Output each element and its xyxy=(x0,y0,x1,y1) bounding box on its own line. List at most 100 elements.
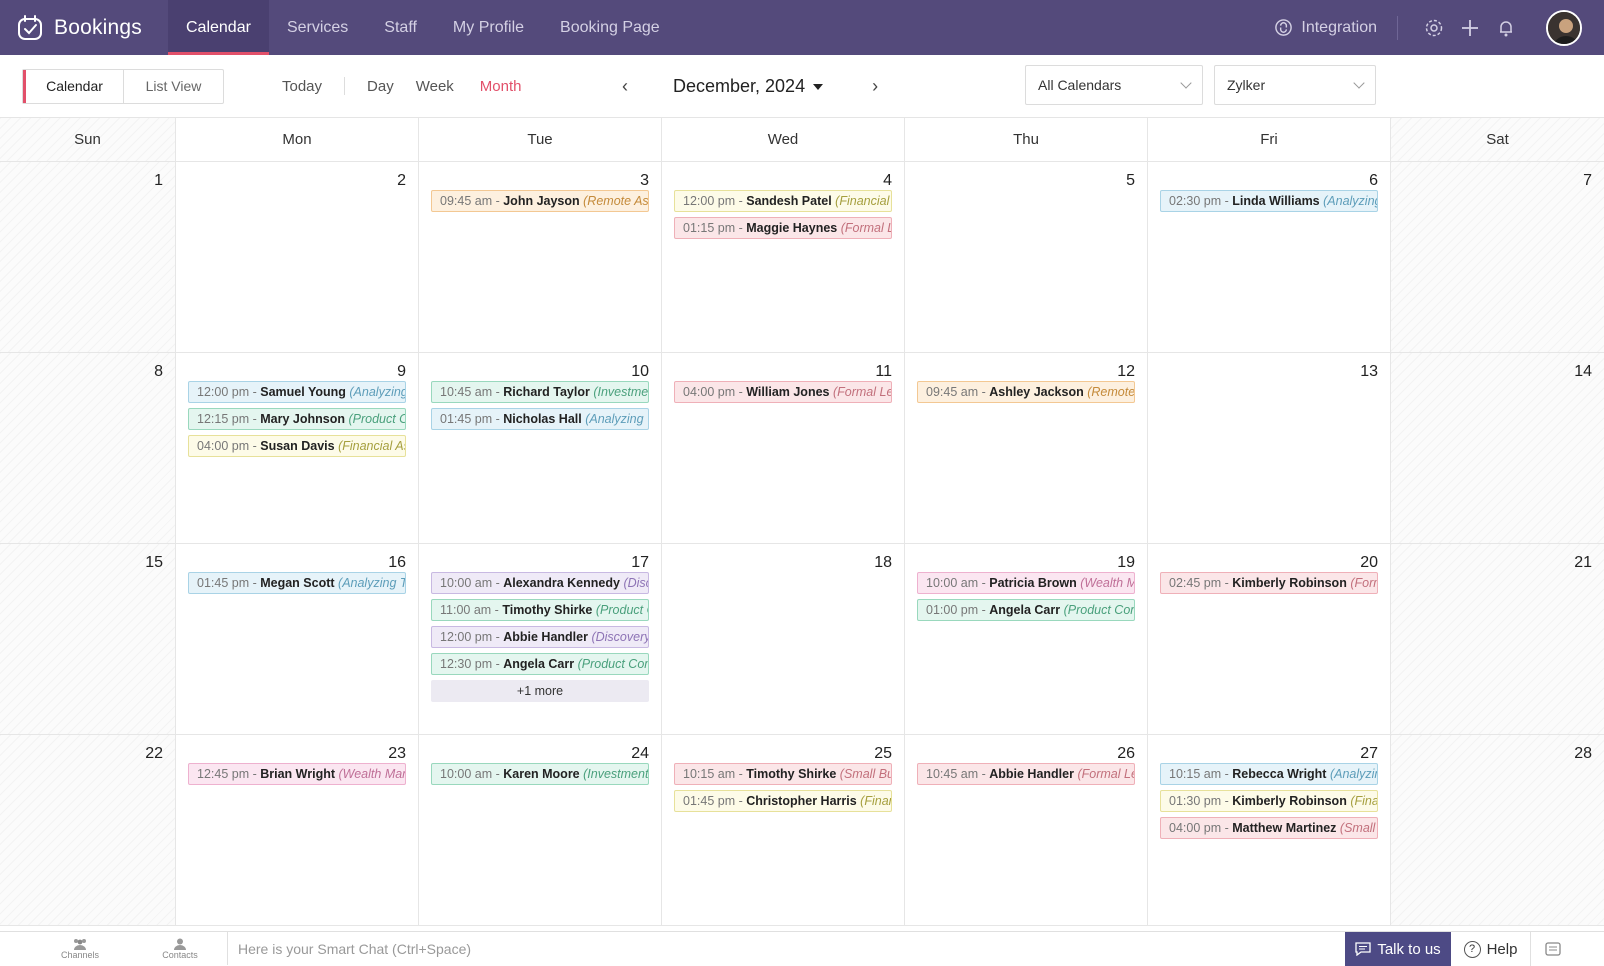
appointment-chip[interactable]: 10:00 am - Alexandra Kennedy (Disc xyxy=(431,572,649,594)
appointment-chip[interactable]: 10:15 am - Rebecca Wright (Analyzing xyxy=(1160,763,1378,785)
appointment-service: (Formal Le xyxy=(840,221,891,235)
appointment-time: 10:15 am - xyxy=(1169,767,1233,781)
appointment-chip[interactable]: 01:15 pm - Maggie Haynes (Formal Le xyxy=(674,217,892,239)
bookings-logo-icon xyxy=(18,14,42,40)
appointment-time: 10:00 am - xyxy=(440,576,504,590)
day-view-button[interactable]: Day xyxy=(367,78,394,95)
weekday-header: Fri xyxy=(1148,118,1391,162)
brand[interactable]: Bookings xyxy=(0,0,168,55)
appointment-chip[interactable]: 01:45 pm - Megan Scott (Analyzing T xyxy=(188,572,406,594)
appointment-chip[interactable]: 10:00 am - Patricia Brown (Wealth M xyxy=(917,572,1135,594)
week-view-button[interactable]: Week xyxy=(416,78,454,95)
next-month-icon[interactable]: › xyxy=(865,76,885,97)
tab-staff[interactable]: Staff xyxy=(366,0,435,55)
month-picker[interactable]: December, 2024 xyxy=(673,76,824,97)
tab-calendar[interactable]: Calendar xyxy=(168,0,269,55)
day-cell[interactable]: 14 xyxy=(1391,353,1604,544)
talk-to-us-button[interactable]: Talk to us xyxy=(1345,932,1451,966)
appointment-customer: John Jayson xyxy=(503,194,580,208)
appointment-chip[interactable]: 01:45 pm - Christopher Harris (Finan xyxy=(674,790,892,812)
appointment-chip[interactable]: 04:00 pm - Susan Davis (Financial As xyxy=(188,435,406,457)
appointment-chip[interactable]: 11:00 am - Timothy Shirke (Product C xyxy=(431,599,649,621)
appointment-chip[interactable]: 04:00 pm - William Jones (Formal Le xyxy=(674,381,892,403)
previous-month-icon[interactable]: ‹ xyxy=(615,76,635,97)
day-cell[interactable]: 3 09:45 am - John Jayson (Remote Ass xyxy=(419,162,662,353)
appointment-chip[interactable]: 12:15 pm - Mary Johnson (Product Co xyxy=(188,408,406,430)
day-cell[interactable]: 8 xyxy=(0,353,176,544)
bottom-bar: Channels Contacts Here is your Smart Cha… xyxy=(0,931,1604,966)
day-cell[interactable]: 16 01:45 pm - Megan Scott (Analyzing T xyxy=(176,544,419,735)
appointment-chip[interactable]: 02:30 pm - Linda Williams (Analyzing xyxy=(1160,190,1378,212)
channels-button[interactable]: Channels xyxy=(30,932,130,966)
day-cell[interactable]: 6 02:30 pm - Linda Williams (Analyzing xyxy=(1148,162,1391,353)
appointment-customer: Sandesh Patel xyxy=(746,194,832,208)
appointment-time: 12:15 pm - xyxy=(197,412,261,426)
day-cell[interactable]: 9 12:00 pm - Samuel Young (Analyzing 12:15… xyxy=(176,353,419,544)
more-appointments-link[interactable]: +1 more xyxy=(431,680,649,702)
appointment-chip[interactable]: 10:45 am - Richard Taylor (Investmen xyxy=(431,381,649,403)
month-view-button[interactable]: Month xyxy=(480,78,522,95)
appointment-chip[interactable]: 04:00 pm - Matthew Martinez (Small xyxy=(1160,817,1378,839)
today-button[interactable]: Today xyxy=(282,78,322,95)
tab-services[interactable]: Services xyxy=(269,0,366,55)
day-cell[interactable]: 2 xyxy=(176,162,419,353)
range-divider xyxy=(344,77,346,95)
day-cell[interactable]: 2510:15 am - Timothy Shirke (Small Bus01… xyxy=(662,735,905,926)
day-cell[interactable]: 13 xyxy=(1148,353,1391,544)
day-cell[interactable]: 11 04:00 pm - William Jones (Formal Le xyxy=(662,353,905,544)
tab-my-profile[interactable]: My Profile xyxy=(435,0,542,55)
day-cell[interactable]: 2002:45 pm - Kimberly Robinson (Form xyxy=(1148,544,1391,735)
appointment-chip[interactable]: 10:00 am - Karen Moore (Investment xyxy=(431,763,649,785)
gear-icon[interactable] xyxy=(1423,17,1445,39)
appointment-service: (Wealth M xyxy=(1080,576,1135,590)
contacts-button[interactable]: Contacts xyxy=(130,932,230,966)
workspace-filter-select[interactable]: Zylker xyxy=(1214,65,1376,105)
feedback-icon[interactable] xyxy=(1531,932,1575,966)
calendar-filter-select[interactable]: All Calendars xyxy=(1025,65,1203,105)
day-cell[interactable]: 7 xyxy=(1391,162,1604,353)
day-cell[interactable]: 15 xyxy=(0,544,176,735)
tab-booking-page[interactable]: Booking Page xyxy=(542,0,678,55)
list-view-button[interactable]: List View xyxy=(123,69,223,103)
day-cell[interactable]: 21 xyxy=(1391,544,1604,735)
appointment-chip[interactable]: 12:30 pm - Angela Carr (Product Con xyxy=(431,653,649,675)
appointment-chip[interactable]: 12:45 pm - Brian Wright (Wealth Man xyxy=(188,763,406,785)
day-cell[interactable]: 22 xyxy=(0,735,176,926)
day-cell[interactable]: 1710:00 am - Alexandra Kennedy (Disc11:0… xyxy=(419,544,662,735)
day-cell[interactable]: 19 10:00 am - Patricia Brown (Wealth M 01:… xyxy=(905,544,1148,735)
day-cell[interactable]: 5 xyxy=(905,162,1148,353)
appointment-chip[interactable]: 10:15 am - Timothy Shirke (Small Bus xyxy=(674,763,892,785)
appointment-chip[interactable]: 10:45 am - Abbie Handler (Formal Le xyxy=(917,763,1135,785)
bell-icon[interactable] xyxy=(1495,17,1517,39)
day-cell[interactable]: 412:00 pm - Sandesh Patel (Financial A01… xyxy=(662,162,905,353)
appointment-customer: Rebecca Wright xyxy=(1232,767,1327,781)
help-button[interactable]: ? Help xyxy=(1451,932,1531,966)
plus-icon[interactable] xyxy=(1459,17,1481,39)
integration-button[interactable]: Integration xyxy=(1274,18,1377,37)
appointment-chip[interactable]: 01:00 pm - Angela Carr (Product Cor xyxy=(917,599,1135,621)
appointment-chip[interactable]: 12:00 pm - Samuel Young (Analyzing xyxy=(188,381,406,403)
appointment-chip[interactable]: 02:45 pm - Kimberly Robinson (Form xyxy=(1160,572,1378,594)
appointment-chip[interactable]: 12:00 pm - Sandesh Patel (Financial A xyxy=(674,190,892,212)
calendar-view-button[interactable]: Calendar xyxy=(23,69,123,103)
appointment-chip[interactable]: 01:30 pm - Kimberly Robinson (Finan xyxy=(1160,790,1378,812)
appointment-chip[interactable]: 09:45 am - Ashley Jackson (Remote A xyxy=(917,381,1135,403)
appointment-time: 10:00 am - xyxy=(440,767,504,781)
day-cell[interactable]: 2710:15 am - Rebecca Wright (Analyzing01… xyxy=(1148,735,1391,926)
day-cell[interactable]: 26 10:45 am - Abbie Handler (Formal Le xyxy=(905,735,1148,926)
day-cell[interactable]: 18 xyxy=(662,544,905,735)
day-cell[interactable]: 1209:45 am - Ashley Jackson (Remote A xyxy=(905,353,1148,544)
appointment-chip[interactable]: 12:00 pm - Abbie Handler (Discovery xyxy=(431,626,649,648)
integration-icon xyxy=(1275,19,1293,36)
day-cell[interactable]: 23 12:45 pm - Brian Wright (Wealth Man xyxy=(176,735,419,926)
day-cell[interactable]: 28 xyxy=(1391,735,1604,926)
appointment-service: (Finan xyxy=(860,794,891,808)
day-cell[interactable]: 24 10:00 am - Karen Moore (Investment xyxy=(419,735,662,926)
appointment-chip[interactable]: 09:45 am - John Jayson (Remote Ass xyxy=(431,190,649,212)
day-cell[interactable]: 1 xyxy=(0,162,176,353)
smart-chat-input[interactable]: Here is your Smart Chat (Ctrl+Space) xyxy=(227,932,1345,965)
appointment-time: 10:45 am - xyxy=(926,767,990,781)
appointment-chip[interactable]: 01:45 pm - Nicholas Hall (Analyzing T xyxy=(431,408,649,430)
day-cell[interactable]: 10 10:45 am - Richard Taylor (Investmen 01… xyxy=(419,353,662,544)
avatar[interactable] xyxy=(1546,9,1582,46)
